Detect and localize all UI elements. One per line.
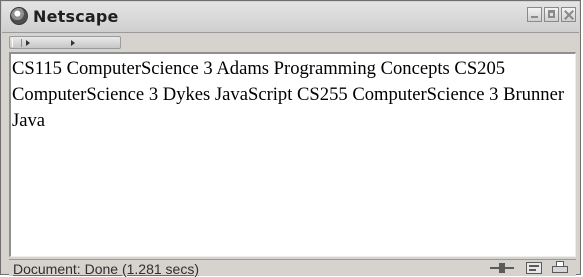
status-icons [482,260,574,276]
toolbar-grip-icon[interactable] [12,39,22,47]
expand-arrow-icon[interactable] [71,40,75,46]
title-bar[interactable]: Netscape [2,2,579,33]
status-text: Document: Done (1.281 secs) [13,261,199,277]
window-controls [527,7,579,25]
maximize-icon[interactable] [544,7,559,22]
browser-window: Netscape CS115 ComputerScience 3 Adams P… [0,0,581,277]
security-icon[interactable] [526,262,542,274]
status-bar: Document: Done (1.281 secs) [9,259,576,277]
minimize-icon[interactable] [527,7,542,22]
expand-arrow-icon[interactable] [26,40,30,46]
print-icon[interactable] [552,261,568,275]
page-text: CS115 ComputerScience 3 Adams Programmin… [12,58,565,131]
connection-status-icon[interactable] [490,263,514,273]
close-icon[interactable] [561,7,576,22]
page-content[interactable]: CS115 ComputerScience 3 Adams Programmin… [9,52,576,257]
window-title: Netscape [33,7,119,26]
netscape-icon [10,7,28,25]
collapsed-toolbar[interactable] [9,36,121,49]
